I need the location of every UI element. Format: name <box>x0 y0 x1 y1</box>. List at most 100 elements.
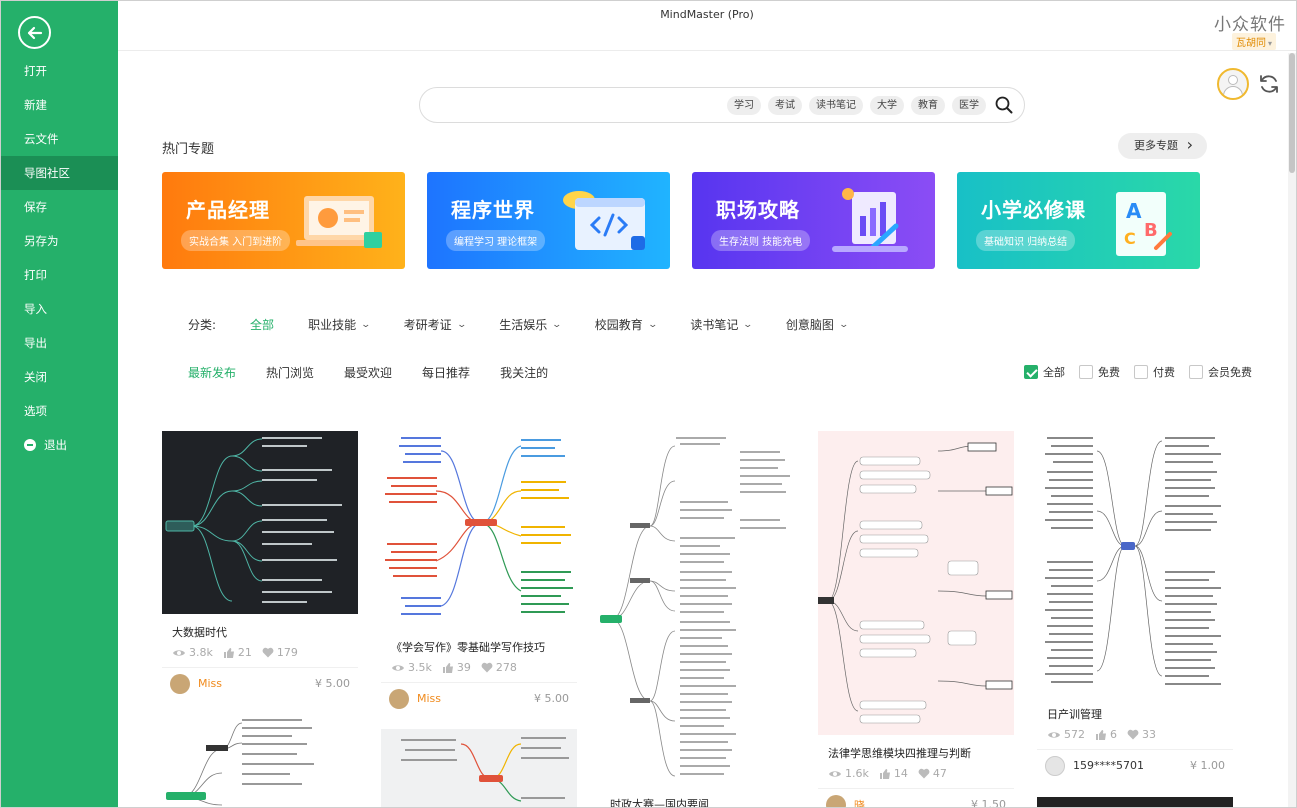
mindmap-thumbnail[interactable] <box>818 431 1014 735</box>
banner-product-manager[interactable]: 产品经理 实战合集 入门到进阶 <box>162 172 405 269</box>
card-title[interactable]: 《学会写作》零基础学写作技巧 <box>391 639 577 655</box>
mindmap-card[interactable]: 时政大赛—国内要闻 <box>600 431 796 807</box>
tab-following[interactable]: 我关注的 <box>500 364 548 381</box>
author-name[interactable]: Miss <box>198 677 222 690</box>
banner-programming-world[interactable]: 程序世界 编程学习 理论框架 <box>427 172 670 269</box>
card-title[interactable]: 日产训管理 <box>1047 706 1233 722</box>
hearts-stat[interactable]: 47 <box>918 767 947 780</box>
author-avatar[interactable] <box>826 794 846 807</box>
mindmap-thumbnail[interactable] <box>381 729 577 807</box>
filter-paid[interactable]: 付费 <box>1134 364 1175 380</box>
filter-free[interactable]: 免费 <box>1079 364 1120 380</box>
author-name[interactable]: 晓 <box>854 797 865 808</box>
back-button[interactable] <box>18 16 51 49</box>
checkbox[interactable] <box>1134 365 1148 379</box>
author-avatar[interactable] <box>170 673 190 694</box>
sidebar-item-new[interactable]: 新建 <box>1 88 118 122</box>
sidebar-item-save-as[interactable]: 另存为 <box>1 224 118 258</box>
sidebar-item-cloud-files[interactable]: 云文件 <box>1 122 118 156</box>
mindmap-card[interactable] <box>162 713 358 807</box>
heart-icon <box>262 647 274 658</box>
sidebar-item-export[interactable]: 导出 <box>1 326 118 360</box>
hearts-stat[interactable]: 179 <box>262 646 298 659</box>
category-all[interactable]: 全部 <box>250 316 274 333</box>
mindmap-card[interactable]: 大数据时代 3.8k 21 179 Miss ¥ 5.00 <box>162 431 358 699</box>
checkbox[interactable] <box>1079 365 1093 379</box>
sidebar-item-close[interactable]: 关闭 <box>1 360 118 394</box>
mindmap-thumbnail[interactable] <box>600 431 796 786</box>
category-creative[interactable]: 创意脑图 ⌄ <box>786 316 849 333</box>
username-dropdown[interactable]: 瓦胡同 <box>1231 33 1276 50</box>
banner-workplace-guide[interactable]: 职场攻略 生存法则 技能充电 <box>692 172 935 269</box>
author-avatar[interactable] <box>389 688 409 709</box>
vertical-scrollbar[interactable] <box>1288 53 1296 807</box>
sidebar-item-open[interactable]: 打开 <box>1 54 118 88</box>
tab-daily[interactable]: 每日推荐 <box>422 364 470 381</box>
mindmap-thumbnail[interactable] <box>1037 431 1233 696</box>
search-tag[interactable]: 读书笔记 <box>809 96 863 115</box>
category-reading-notes[interactable]: 读书笔记 ⌄ <box>690 316 753 333</box>
likes-stat[interactable]: 6 <box>1095 728 1117 741</box>
mindmap-thumbnail[interactable] <box>162 431 358 614</box>
category-text: 全部 <box>250 318 275 332</box>
price-filters: 全部 免费 付费 会员免费 <box>1024 364 1266 380</box>
hearts-stat[interactable]: 278 <box>481 661 517 674</box>
search-tag[interactable]: 大学 <box>870 96 904 115</box>
watermark-text: 小众软件 <box>1214 15 1286 35</box>
likes-stat[interactable]: 39 <box>442 661 471 674</box>
search-tag[interactable]: 考试 <box>768 96 802 115</box>
sidebar-item-exit[interactable]: 退出 <box>1 428 118 462</box>
mindmap-card[interactable] <box>381 729 577 807</box>
checkbox-checked[interactable] <box>1024 365 1038 379</box>
laptop-chart-illustration <box>296 196 382 248</box>
mindmap-thumbnail[interactable] <box>381 431 577 629</box>
sidebar-item-save[interactable]: 保存 <box>1 190 118 224</box>
filter-all[interactable]: 全部 <box>1024 364 1065 380</box>
sidebar-item-import[interactable]: 导入 <box>1 292 118 326</box>
sidebar-item-community[interactable]: 导图社区 <box>1 156 118 190</box>
tab-popular[interactable]: 最受欢迎 <box>344 364 392 381</box>
hearts-count: 179 <box>276 646 298 659</box>
mindmap-card[interactable]: 日产训管理 572 6 33 159****5701 ¥ 1.00 <box>1037 431 1233 781</box>
sidebar-item-options[interactable]: 选项 <box>1 394 118 428</box>
category-career-skills[interactable]: 职业技能 ⌄ <box>308 316 371 333</box>
scrollbar-thumb[interactable] <box>1289 53 1295 173</box>
refresh-icon[interactable] <box>1257 72 1281 96</box>
sidebar-item-label: 关闭 <box>24 370 47 384</box>
mindmap-card[interactable]: 法律学思维模块四推理与判断 1.6k 14 47 晓 ¥ 1.50 <box>818 431 1014 808</box>
sidebar-item-label: 退出 <box>44 438 67 452</box>
category-campus[interactable]: 校园教育 ⌄ <box>595 316 658 333</box>
card-price: ¥ 5.00 <box>534 692 569 705</box>
likes-stat[interactable]: 21 <box>223 646 252 659</box>
author-name[interactable]: Miss <box>417 692 441 705</box>
user-avatar[interactable] <box>1217 68 1249 100</box>
search-tag[interactable]: 医学 <box>952 96 986 115</box>
tab-hot[interactable]: 热门浏览 <box>266 364 314 381</box>
search-tag[interactable]: 学习 <box>727 96 761 115</box>
views-count: 3.8k <box>189 646 213 659</box>
category-lifestyle[interactable]: 生活娱乐 ⌄ <box>499 316 562 333</box>
mindmap-card[interactable]: 《学会写作》零基础学写作技巧 3.5k 39 278 Miss ¥ 5.00 <box>381 431 577 714</box>
search-icon[interactable] <box>995 96 1013 114</box>
author-name[interactable]: 159****5701 <box>1073 759 1144 772</box>
search-tag[interactable]: 教育 <box>911 96 945 115</box>
card-title[interactable]: 大数据时代 <box>172 624 358 640</box>
more-topics-button[interactable]: 更多专题 <box>1118 132 1207 159</box>
card-title[interactable]: 时政大赛—国内要闻 <box>610 796 796 807</box>
likes-stat[interactable]: 14 <box>879 767 908 780</box>
sidebar-item-print[interactable]: 打印 <box>1 258 118 292</box>
category-exams[interactable]: 考研考证 ⌄ <box>404 316 467 333</box>
checkbox[interactable] <box>1189 365 1203 379</box>
sort-tabs: 最新发布 热门浏览 最受欢迎 每日推荐 我关注的 <box>188 364 578 381</box>
tab-latest[interactable]: 最新发布 <box>188 364 236 381</box>
author-avatar[interactable] <box>1045 755 1065 776</box>
hearts-stat[interactable]: 33 <box>1127 728 1156 741</box>
card-footer: Miss ¥ 5.00 <box>381 682 577 714</box>
search-box[interactable]: 学习 考试 读书笔记 大学 教育 医学 <box>419 87 1025 123</box>
mindmap-thumbnail[interactable] <box>1037 797 1233 807</box>
filter-member-free[interactable]: 会员免费 <box>1189 364 1252 380</box>
mindmap-thumbnail[interactable] <box>162 713 358 807</box>
banner-primary-school[interactable]: 小学必修课 基础知识 归纳总结 ABC <box>957 172 1200 269</box>
card-title[interactable]: 法律学思维模块四推理与判断 <box>828 745 1014 761</box>
thumbs-up-icon <box>879 768 890 779</box>
